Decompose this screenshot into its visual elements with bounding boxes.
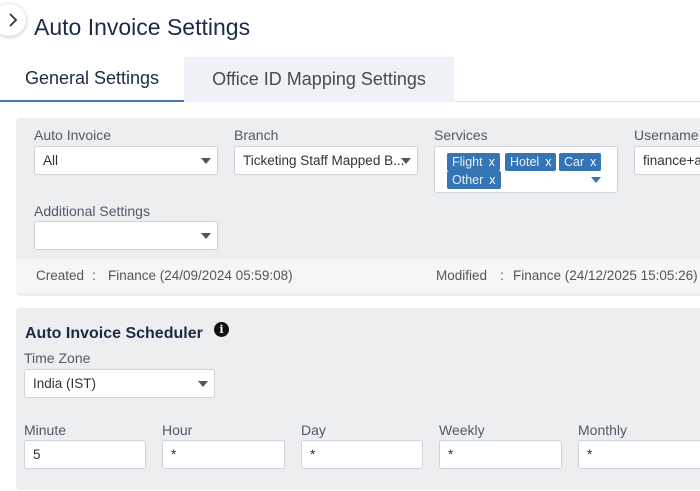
created-separator: : — [92, 268, 96, 283]
chevron-down-icon — [201, 233, 211, 239]
remove-tag-icon[interactable]: x — [545, 155, 551, 169]
audit-info-bar: Created : Finance (24/09/2024 05:59:08) … — [16, 259, 700, 293]
username-field[interactable]: finance+a — [634, 146, 700, 175]
weekly-input[interactable]: * — [439, 440, 562, 469]
chevron-down-icon — [201, 158, 211, 164]
chevron-down-icon — [401, 158, 411, 164]
username-label: Username — [634, 127, 699, 143]
day-input[interactable]: * — [301, 440, 423, 469]
additional-settings-select[interactable] — [34, 221, 218, 250]
service-tag-hotel[interactable]: Hotel x — [505, 153, 557, 171]
services-label: Services — [434, 127, 488, 143]
auto-invoice-label: Auto Invoice — [34, 127, 112, 143]
remove-tag-icon[interactable]: x — [590, 155, 596, 169]
username-value: finance+a — [643, 153, 700, 168]
monthly-value: * — [587, 447, 593, 462]
monthly-label: Monthly — [578, 422, 628, 438]
day-label: Day — [301, 422, 326, 438]
hour-input[interactable]: * — [162, 440, 285, 469]
created-value: Finance (24/09/2024 05:59:08) — [108, 268, 293, 283]
service-tag-car[interactable]: Car x — [559, 153, 602, 171]
hour-value: * — [171, 447, 177, 462]
created-label: Created — [36, 268, 85, 283]
weekly-value: * — [448, 447, 454, 462]
weekly-label: Weekly — [439, 422, 485, 438]
hour-label: Hour — [162, 422, 193, 438]
modified-separator: : — [500, 268, 504, 283]
scheduler-title: Auto Invoice Scheduler — [25, 325, 203, 342]
info-icon[interactable]: i — [214, 322, 229, 337]
remove-tag-icon[interactable]: x — [489, 155, 495, 169]
service-tag-other[interactable]: Other x — [447, 171, 501, 189]
chevron-right-icon — [9, 13, 18, 27]
timezone-label: Time Zone — [24, 350, 91, 366]
minute-value: 5 — [33, 447, 41, 462]
minute-input[interactable]: 5 — [24, 440, 146, 469]
timezone-select[interactable]: India (IST) — [24, 369, 215, 398]
auto-invoice-value: All — [43, 153, 59, 168]
additional-settings-label: Additional Settings — [34, 203, 150, 219]
page-title: Auto Invoice Settings — [34, 14, 251, 40]
auto-invoice-select[interactable]: All — [34, 146, 218, 175]
monthly-input[interactable]: * — [578, 440, 700, 469]
service-tag-flight[interactable]: Flight x — [447, 153, 500, 171]
sidebar-toggle-button[interactable] — [0, 4, 26, 36]
tab-bar: General Settings Office ID Mapping Setti… — [0, 57, 700, 102]
remove-tag-icon[interactable]: x — [489, 173, 495, 187]
chevron-down-icon — [591, 177, 601, 183]
minute-label: Minute — [24, 422, 67, 438]
branch-value: Ticketing Staff Mapped B... — [243, 153, 405, 168]
modified-value: Finance (24/12/2025 15:05:26) — [513, 268, 698, 283]
modified-label: Modified — [436, 268, 488, 283]
tab-office-id-mapping[interactable]: Office ID Mapping Settings — [184, 57, 454, 102]
tab-general-settings[interactable]: General Settings — [0, 57, 184, 102]
chevron-down-icon — [198, 381, 208, 387]
services-multiselect[interactable]: Flight x Hotel x Car x Other x — [434, 146, 618, 193]
branch-label: Branch — [234, 127, 279, 143]
branch-select[interactable]: Ticketing Staff Mapped B... — [234, 146, 418, 175]
day-value: * — [310, 447, 316, 462]
timezone-value: India (IST) — [33, 376, 97, 391]
